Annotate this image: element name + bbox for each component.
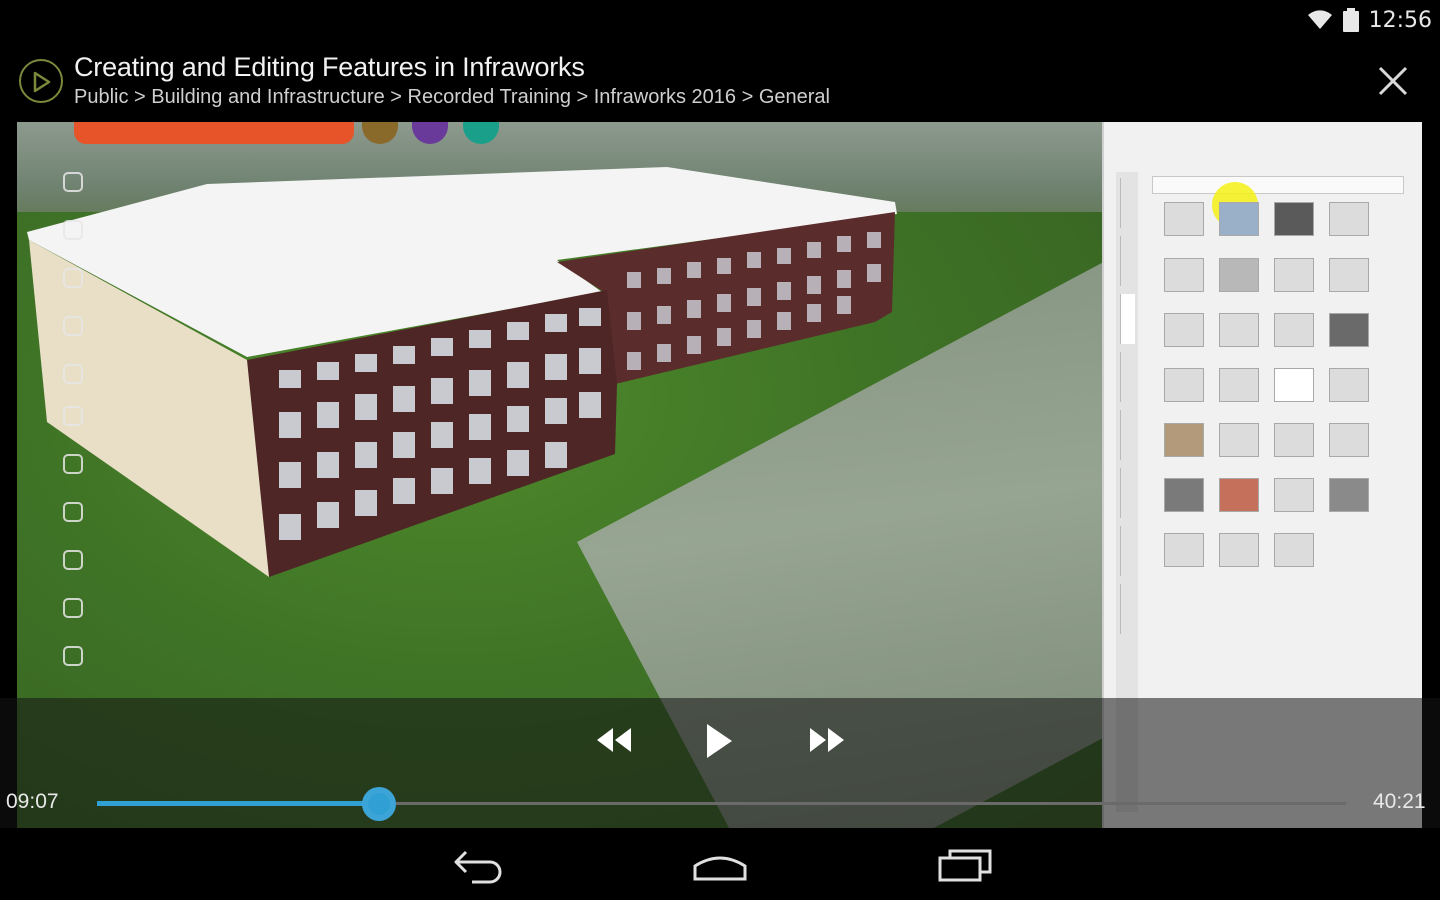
style-thumbnail[interactable]: [1164, 313, 1204, 347]
style-thumbnail[interactable]: [1219, 368, 1259, 402]
style-thumbnail[interactable]: [1274, 423, 1314, 457]
status-bar: 12:56: [0, 0, 1440, 40]
fast-forward-button[interactable]: [808, 726, 846, 759]
close-icon: [1378, 66, 1408, 96]
breadcrumb: Public > Building and Infrastructure > R…: [74, 86, 830, 108]
tool-icon[interactable]: [63, 598, 83, 618]
style-thumbnail[interactable]: [1164, 368, 1204, 402]
style-thumbnail[interactable]: [1274, 202, 1314, 236]
tool-icon[interactable]: [63, 172, 83, 192]
video-header: Creating and Editing Features in Infrawo…: [0, 50, 1440, 116]
style-dropdown[interactable]: [1152, 176, 1404, 194]
tool-icon[interactable]: [63, 316, 83, 336]
panel-tab[interactable]: [1120, 468, 1135, 518]
style-thumbnail[interactable]: [1329, 313, 1369, 347]
play-icon: [707, 724, 732, 758]
style-thumbnail[interactable]: [1219, 478, 1259, 512]
feature-toolbar: [17, 142, 127, 742]
style-thumbnail[interactable]: [1329, 368, 1369, 402]
style-thumbnail[interactable]: [1219, 533, 1259, 567]
style-thumbnail[interactable]: [1219, 313, 1259, 347]
rewind-button[interactable]: [595, 726, 633, 759]
wifi-icon: [1307, 10, 1332, 29]
home-button[interactable]: [692, 848, 748, 887]
panel-tab[interactable]: [1120, 410, 1135, 460]
recent-apps-icon: [938, 849, 992, 882]
panel-tab[interactable]: [1120, 236, 1135, 286]
video-title: Creating and Editing Features in Infrawo…: [74, 52, 585, 82]
style-thumbnail[interactable]: [1274, 478, 1314, 512]
panel-tab[interactable]: [1120, 294, 1135, 344]
style-thumbnail[interactable]: [1164, 533, 1204, 567]
panel-tab[interactable]: [1120, 178, 1135, 228]
rewind-icon: [597, 728, 631, 752]
current-time: 09:07: [6, 790, 59, 813]
tool-icon[interactable]: [63, 502, 83, 522]
style-thumbnail[interactable]: [1164, 258, 1204, 292]
tool-icon[interactable]: [63, 646, 83, 666]
panel-tab[interactable]: [1120, 584, 1135, 634]
style-thumbnail[interactable]: [1219, 258, 1259, 292]
style-thumbnail[interactable]: [1274, 368, 1314, 402]
style-thumbnail[interactable]: [1274, 313, 1314, 347]
back-button[interactable]: [452, 848, 504, 889]
style-thumbnail[interactable]: [1329, 258, 1369, 292]
play-circle-icon[interactable]: [19, 59, 63, 103]
close-button[interactable]: [1376, 64, 1410, 98]
style-thumbnail[interactable]: [1274, 258, 1314, 292]
style-thumbnail[interactable]: [1164, 423, 1204, 457]
tool-icon[interactable]: [63, 220, 83, 240]
style-thumbnail[interactable]: [1164, 202, 1204, 236]
home-icon: [693, 856, 747, 881]
battery-icon: [1342, 8, 1359, 32]
tool-icon[interactable]: [63, 268, 83, 288]
tool-icon[interactable]: [63, 406, 83, 426]
style-thumbnail[interactable]: [1274, 533, 1314, 567]
app-toolbar[interactable]: [74, 122, 354, 144]
clock: 12:56: [1368, 7, 1432, 33]
play-button[interactable]: [704, 722, 734, 765]
style-thumbnail[interactable]: [1164, 478, 1204, 512]
style-thumbnail[interactable]: [1329, 478, 1369, 512]
tool-icon[interactable]: [63, 550, 83, 570]
tool-icon[interactable]: [63, 364, 83, 384]
style-thumbnail[interactable]: [1329, 202, 1369, 236]
panel-tab[interactable]: [1120, 352, 1135, 402]
status-icons: 12:56: [1307, 6, 1432, 34]
total-time: 40:21: [1373, 790, 1426, 813]
style-thumbnail[interactable]: [1329, 423, 1369, 457]
style-thumbnail[interactable]: [1219, 202, 1259, 236]
navigation-bar: [0, 828, 1440, 900]
progress-fill: [97, 801, 380, 806]
fast-forward-icon: [810, 728, 844, 752]
tool-icon[interactable]: [63, 454, 83, 474]
panel-tab[interactable]: [1120, 526, 1135, 576]
back-icon: [454, 850, 502, 884]
style-thumbnail[interactable]: [1219, 423, 1259, 457]
recent-apps-button[interactable]: [938, 848, 992, 887]
